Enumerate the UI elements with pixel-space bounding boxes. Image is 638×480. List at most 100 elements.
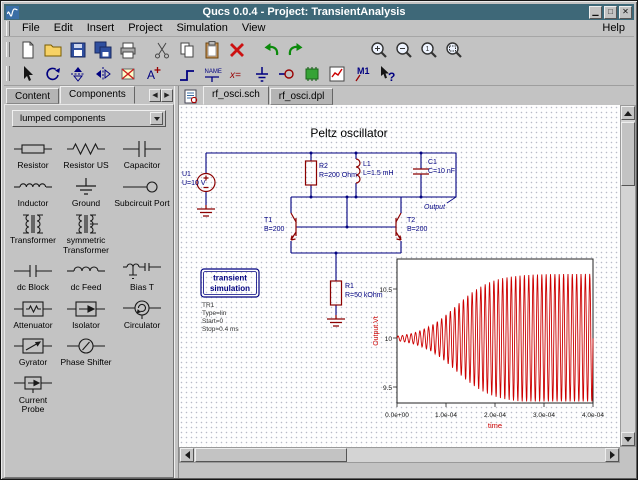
ground-button[interactable] xyxy=(249,63,274,85)
component-symmetric-transformer[interactable]: symmetric Transformer xyxy=(59,211,113,255)
save-button[interactable] xyxy=(65,39,90,61)
menu-edit[interactable]: Edit xyxy=(47,21,80,35)
whats-this-button[interactable]: ? xyxy=(374,63,399,85)
tab-rf-osci-sch[interactable]: rf_osci.sch xyxy=(203,86,269,105)
svg-text:L1: L1 xyxy=(363,161,371,168)
delete-button[interactable] xyxy=(224,39,249,61)
maximize-button[interactable]: □ xyxy=(604,5,617,19)
svg-text:U1: U1 xyxy=(182,171,191,178)
zoom-in-button[interactable] xyxy=(366,39,391,61)
simulate-button[interactable] xyxy=(299,63,324,85)
menu-project[interactable]: Project xyxy=(121,21,169,35)
tab-rf-osci-dpl[interactable]: rf_osci.dpl xyxy=(269,88,334,105)
mirror-x-button[interactable] xyxy=(65,63,90,85)
component-subcircuit-port[interactable]: Subcircuit Port xyxy=(113,174,171,209)
svg-text:C=10 nF: C=10 nF xyxy=(428,168,455,175)
close-button[interactable]: ✕ xyxy=(619,5,632,19)
menu-simulation[interactable]: Simulation xyxy=(169,21,234,35)
component-gyrator[interactable]: Gyrator xyxy=(7,333,59,368)
menu-help[interactable]: Help xyxy=(593,21,634,35)
component-inductor[interactable]: Inductor xyxy=(7,174,59,209)
paste-button[interactable] xyxy=(199,39,224,61)
equation-icon: x= xyxy=(229,70,241,81)
transient-simulation-block[interactable]: transient simulation TR1 Type=lin Start=… xyxy=(200,268,260,333)
component-phase-shifter[interactable]: Phase Shifter xyxy=(59,333,113,368)
schematic-title[interactable]: Peltz oscillator xyxy=(310,126,387,140)
cut-button[interactable] xyxy=(149,39,174,61)
scroll-right-button[interactable] xyxy=(605,448,619,462)
rotate-button[interactable] xyxy=(40,63,65,85)
sym-transformer-icon xyxy=(76,214,98,234)
component-dc-block[interactable]: dc Block xyxy=(7,258,59,293)
menu-file[interactable]: File xyxy=(15,21,47,35)
app-icon[interactable] xyxy=(6,5,19,19)
menu-insert[interactable]: Insert xyxy=(80,21,122,35)
component-current-probe[interactable]: Current Probe xyxy=(7,371,59,415)
document-icon[interactable] xyxy=(183,89,199,104)
combo-dropdown-button[interactable] xyxy=(150,112,163,125)
svg-text:Stop=0.4 ms: Stop=0.4 ms xyxy=(202,326,239,333)
wire-label-button[interactable]: NAME xyxy=(199,63,224,85)
tab-scroll-right-button[interactable]: ▶ xyxy=(161,89,173,102)
component-circulator[interactable]: Circulator xyxy=(113,296,171,331)
marker-button[interactable]: M1 xyxy=(349,63,374,85)
svg-text:0.0e+00: 0.0e+00 xyxy=(385,412,409,419)
mirror-x-icon xyxy=(70,66,85,82)
tab-scroll-left-button[interactable]: ◀ xyxy=(149,89,161,102)
x-axis-label: time xyxy=(488,421,502,430)
save-all-icon xyxy=(94,41,111,58)
view-data-button[interactable] xyxy=(324,63,349,85)
equation-button[interactable]: x= xyxy=(224,63,249,85)
component-category-select[interactable]: lumped components xyxy=(12,110,166,127)
toolbar-handle[interactable] xyxy=(6,42,10,57)
arrow-up-icon xyxy=(624,110,632,116)
transformer-icon xyxy=(23,214,43,234)
component-resistor-us[interactable]: Resistor US xyxy=(59,136,113,171)
minimize-button[interactable]: ▁ xyxy=(589,5,602,19)
zoom-out-button[interactable] xyxy=(391,39,416,61)
zoom-fit-button[interactable] xyxy=(441,39,466,61)
component-dc-feed[interactable]: dc Feed xyxy=(59,258,113,293)
scroll-down-button[interactable] xyxy=(621,432,635,446)
component-resistor[interactable]: Resistor xyxy=(7,136,59,171)
zoom-1-1-button[interactable]: 1 xyxy=(416,39,441,61)
menubar-handle[interactable] xyxy=(6,20,10,36)
component-isolator[interactable]: Isolator xyxy=(59,296,113,331)
select-pointer-button[interactable] xyxy=(15,63,40,85)
component-capacitor[interactable]: Capacitor xyxy=(113,136,171,171)
redo-button[interactable] xyxy=(283,39,308,61)
scroll-up-button[interactable] xyxy=(621,106,635,120)
work-toolbar: A NAME x= M1 ? xyxy=(4,62,634,86)
deactivate-button[interactable] xyxy=(115,63,140,85)
horizontal-scroll-thumb[interactable] xyxy=(195,448,347,462)
undo-button[interactable] xyxy=(258,39,283,61)
component-bias-t[interactable]: Bias T xyxy=(113,258,171,293)
wire-label-icon: NAME xyxy=(204,69,221,82)
mirror-y-button[interactable] xyxy=(90,63,115,85)
open-file-button[interactable] xyxy=(40,39,65,61)
move-text-button[interactable]: A xyxy=(140,63,165,85)
port-button[interactable] xyxy=(274,63,299,85)
wire-button[interactable] xyxy=(174,63,199,85)
schematic-components[interactable] xyxy=(196,158,429,327)
waveform-diagram[interactable]: 10.5 10 9.5 0.0e+00 1.0e-04 2.0e-04 3.0e… xyxy=(373,258,604,430)
schematic-canvas[interactable]: Peltz oscillator U1 U=10 V R2 R=200 Ohm … xyxy=(179,105,620,447)
vertical-scrollbar[interactable] xyxy=(620,105,636,447)
component-transformer[interactable]: Transformer xyxy=(7,211,59,255)
print-button[interactable] xyxy=(115,39,140,61)
menu-view[interactable]: View xyxy=(235,21,273,35)
vertical-scroll-thumb[interactable] xyxy=(621,122,635,186)
horizontal-scrollbar[interactable] xyxy=(179,447,620,463)
attenuator-icon xyxy=(14,301,52,317)
scroll-left-button[interactable] xyxy=(180,448,194,462)
tab-content[interactable]: Content xyxy=(6,88,60,104)
component-attenuator[interactable]: Attenuator xyxy=(7,296,59,331)
new-file-button[interactable] xyxy=(15,39,40,61)
node-label-output[interactable]: Output xyxy=(424,196,457,211)
component-ground[interactable]: Ground xyxy=(59,174,113,209)
tab-components[interactable]: Components xyxy=(60,86,135,104)
save-all-button[interactable] xyxy=(90,39,115,61)
copy-button[interactable] xyxy=(174,39,199,61)
toolbar-handle[interactable] xyxy=(6,66,10,81)
svg-text:A: A xyxy=(147,68,155,82)
